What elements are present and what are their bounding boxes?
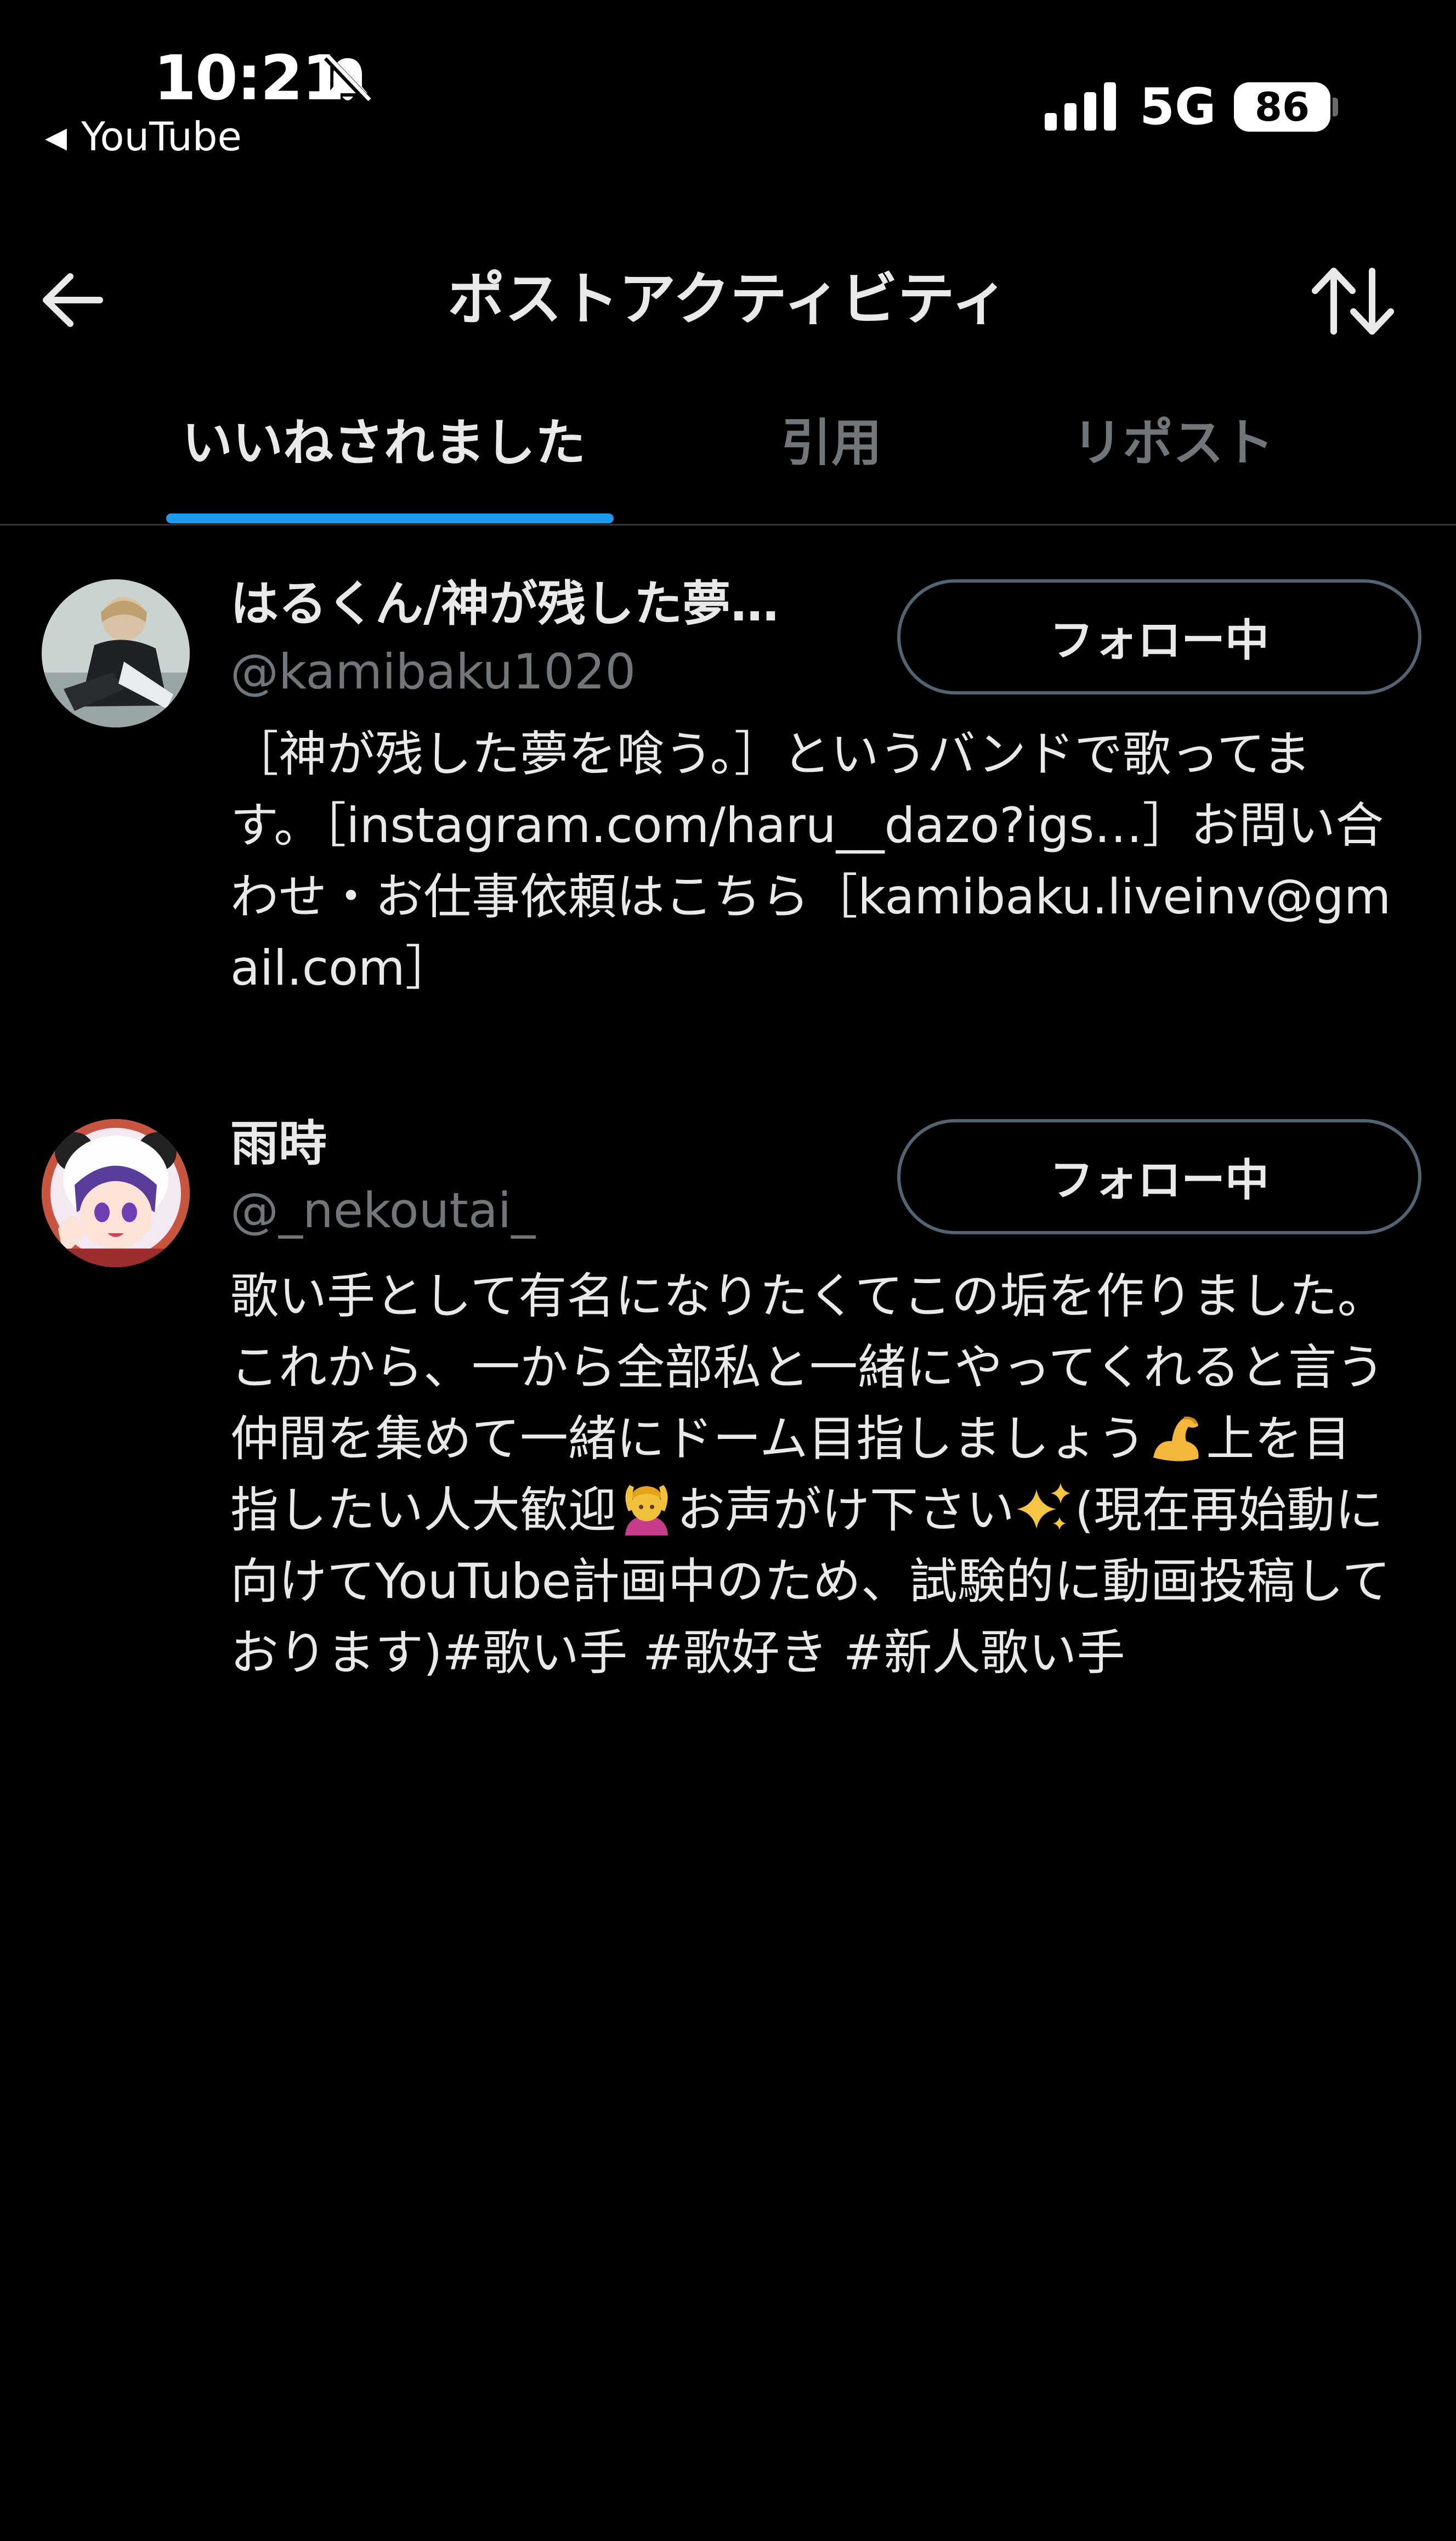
user-handle[interactable]: @kamibaku1020 bbox=[230, 642, 636, 702]
following-button[interactable]: フォロー中 bbox=[897, 579, 1421, 694]
avatar[interactable] bbox=[42, 1119, 190, 1267]
active-tab-indicator bbox=[166, 513, 614, 523]
following-button[interactable]: フォロー中 bbox=[897, 1119, 1421, 1234]
tabs-divider bbox=[0, 524, 1456, 526]
battery-tip bbox=[1333, 98, 1338, 116]
back-to-app-link[interactable]: ◀ YouTube bbox=[45, 112, 242, 166]
person-raising-hand-emoji bbox=[625, 1485, 668, 1535]
network-type: 5G bbox=[1140, 77, 1216, 136]
avatar[interactable] bbox=[42, 579, 190, 727]
tab-quotes[interactable]: 引用 bbox=[781, 410, 882, 476]
app-screen: 10:21 ◀ YouTube 5G 86 ポストアクティビティ いいねされました… bbox=[0, 0, 1456, 2541]
bio-text: お声がけ下さい bbox=[677, 1482, 1015, 1538]
back-app-label: YouTube bbox=[81, 114, 242, 160]
user-bio: 歌い手として有名になりたくてこの垢を作りました。これから、一から全部私と一緒にや… bbox=[230, 1261, 1393, 1689]
sparkles-emoji bbox=[1017, 1483, 1071, 1530]
battery-indicator: 86 bbox=[1234, 82, 1330, 132]
flexed-biceps-emoji bbox=[1153, 1416, 1199, 1461]
page-title: ポストアクティビティ bbox=[447, 266, 1009, 332]
signal-icon bbox=[1045, 82, 1116, 131]
sort-icon[interactable] bbox=[1312, 266, 1394, 337]
back-triangle-icon: ◀ bbox=[45, 121, 67, 154]
user-display-name[interactable]: 雨時 bbox=[230, 1114, 327, 1174]
status-time: 10:21 bbox=[154, 43, 345, 114]
bell-slash-icon bbox=[324, 54, 372, 104]
user-display-name[interactable]: はるくん/神が残した夢… bbox=[230, 574, 779, 634]
avatar-photo bbox=[42, 579, 190, 727]
tab-liked[interactable]: いいねされました bbox=[182, 410, 586, 476]
user-bio: ［神が残した夢を喰う。］というバンドで歌ってます。［instagram.com/… bbox=[230, 726, 1391, 996]
user-handle[interactable]: @_nekoutai_ bbox=[230, 1181, 535, 1241]
tab-reposts[interactable]: リポスト bbox=[1072, 410, 1274, 476]
avatar-illustration bbox=[42, 1119, 190, 1267]
